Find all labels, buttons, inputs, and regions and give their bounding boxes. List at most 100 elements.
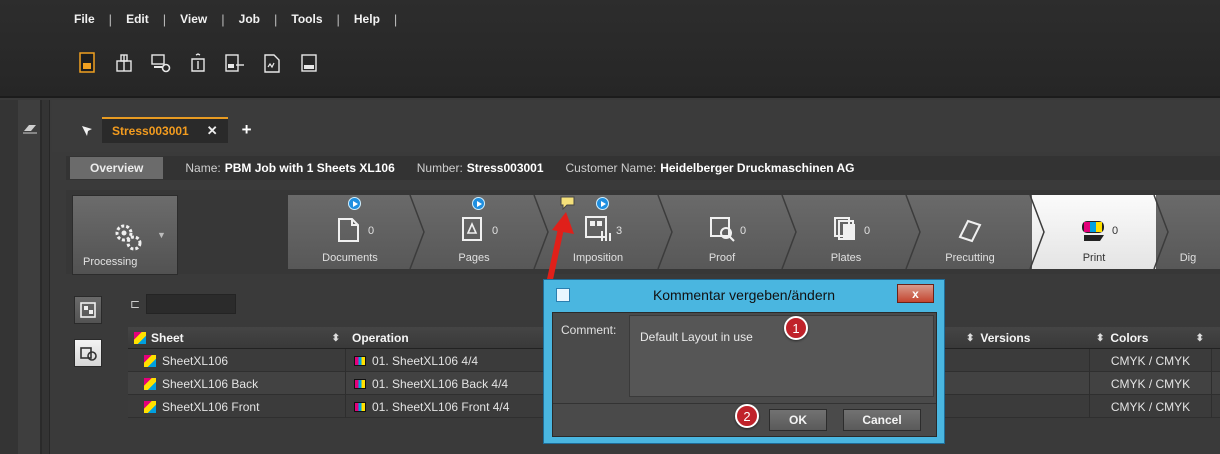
colors-cell: CMYK / CMYK: [1090, 349, 1212, 372]
red-arrow-annotation: [546, 212, 574, 285]
close-button[interactable]: x: [897, 284, 934, 303]
sheet-icon: [144, 400, 156, 413]
menu-separator: |: [274, 11, 278, 27]
cancel-button[interactable]: Cancel: [843, 409, 921, 431]
menu-job[interactable]: Job: [237, 12, 262, 26]
operation-name: 01. SheetXL106 Front 4/4: [372, 399, 510, 414]
computer-settings-icon[interactable]: [142, 50, 179, 76]
close-icon[interactable]: ✕: [207, 123, 218, 139]
menu-help[interactable]: Help: [352, 12, 382, 26]
gears-icon: [113, 222, 143, 255]
comment-textarea[interactable]: Default Layout in use: [629, 315, 934, 397]
layout-view-icon: [80, 347, 97, 361]
printer-icon: [354, 355, 366, 366]
customer-label: Customer Name:: [565, 161, 657, 175]
menu-separator: |: [108, 11, 113, 27]
column-header-label: Colors: [1110, 331, 1149, 345]
number-label: Number:: [416, 161, 463, 175]
number-value: Stress003001: [466, 161, 544, 175]
menu-separator: |: [221, 11, 225, 27]
versions-cell: [960, 349, 1090, 372]
left-rail-divider: [18, 100, 42, 454]
top-bar: File | Edit | View | Job | Tools | Help …: [0, 0, 1220, 98]
versions-cell: [960, 372, 1090, 395]
menu-bar: File | Edit | View | Job | Tools | Help …: [72, 10, 409, 28]
sheet-view-icon: [80, 302, 96, 318]
app-icon: [556, 288, 570, 302]
operation-name: 01. SheetXL106 Back 4/4: [372, 376, 509, 391]
colors-cell: CMYK / CMYK: [1090, 395, 1212, 418]
sort-icon[interactable]: ⬍: [1096, 333, 1104, 344]
dialog-title-bar[interactable]: Kommentar vergeben/ändern x: [544, 280, 944, 310]
eraser-icon[interactable]: [22, 122, 38, 137]
application-window: File | Edit | View | Job | Tools | Help …: [0, 0, 1220, 454]
column-header-colors[interactable]: ⬍ Colors ⬍: [1090, 327, 1212, 349]
menu-edit[interactable]: Edit: [124, 12, 151, 26]
name-label: Name:: [185, 161, 221, 175]
column-header-operation[interactable]: Operation: [346, 327, 546, 349]
processing-button[interactable]: ▼ Processing: [72, 195, 178, 275]
sheet-icon: [144, 377, 156, 390]
filter-input[interactable]: [146, 294, 237, 314]
sheet-view-button[interactable]: [74, 296, 102, 324]
menu-separator: |: [162, 11, 167, 27]
transfer-icon[interactable]: [179, 50, 216, 76]
job-info-line: Overview Name: PBM Job with 1 Sheets XL1…: [66, 156, 1220, 180]
import-layout-icon[interactable]: [216, 50, 253, 76]
step-separators: [409, 195, 1169, 269]
step-badge-2: 2: [735, 404, 759, 428]
output-icon[interactable]: [290, 50, 327, 76]
operation-name: 01. SheetXL106 4/4: [372, 353, 479, 368]
job-tab[interactable]: Stress003001 ✕: [102, 117, 228, 143]
sheet-name: SheetXL106: [162, 353, 229, 368]
column-header-versions[interactable]: ⬍ Versions: [960, 327, 1090, 349]
customer-value: Heidelberger Druckmaschinen AG: [660, 161, 855, 175]
menu-file[interactable]: File: [72, 12, 97, 26]
operation-cell: 01. SheetXL106 Back 4/4: [346, 372, 546, 395]
overview-button[interactable]: Overview: [70, 157, 164, 179]
workflow-steps: 0 Documents 0 Pages 3 Imposition 0 Proof: [288, 195, 1220, 269]
chevron-down-icon[interactable]: ▼: [157, 230, 166, 240]
sheet-cell: SheetXL106 Back: [128, 372, 346, 395]
sort-icon[interactable]: ⬍: [966, 333, 974, 344]
sort-icon[interactable]: ⬍: [1196, 333, 1204, 344]
tab-area: Stress003001 ✕ +: [102, 117, 252, 143]
toolbar: [68, 50, 327, 76]
sheet-icon: [144, 354, 156, 367]
menu-tools[interactable]: Tools: [289, 12, 324, 26]
printer-icon: [354, 401, 366, 412]
signature-icon[interactable]: [253, 50, 290, 76]
dialog-title: Kommentar vergeben/ändern: [652, 287, 836, 303]
processing-label: Processing: [83, 256, 138, 268]
add-tab-button[interactable]: +: [242, 120, 252, 140]
menu-separator: |: [393, 11, 398, 27]
menu-separator: |: [336, 11, 340, 27]
operation-cell: 01. SheetXL106 4/4: [346, 349, 546, 372]
name-value: PBM Job with 1 Sheets XL106: [224, 161, 395, 175]
workflow-bar: ▼ Processing 0 Documents 0 Pages 3 Impos…: [66, 190, 1220, 275]
filter-icon: ⊏: [130, 297, 141, 311]
pin-icon[interactable]: [80, 123, 94, 140]
sheet-name: SheetXL106 Front: [162, 399, 260, 414]
layout-view-button[interactable]: [74, 339, 102, 367]
filter-row: ⊏: [130, 294, 237, 314]
column-header-sheet[interactable]: Sheet ⬍: [128, 327, 346, 349]
colors-cell: CMYK / CMYK: [1090, 372, 1212, 395]
sheet-cell: SheetXL106 Front: [128, 395, 346, 418]
job-tab-title: Stress003001: [112, 124, 189, 138]
hierarchy-icon[interactable]: [105, 50, 142, 76]
menu-view[interactable]: View: [178, 12, 209, 26]
versions-cell: [960, 395, 1090, 418]
column-header-label: Versions: [980, 331, 1031, 345]
column-header-label: Operation: [352, 331, 409, 345]
sheet-cell: SheetXL106: [128, 349, 346, 372]
sort-icon[interactable]: ⬍: [332, 333, 340, 344]
sheet-name: SheetXL106 Back: [162, 376, 259, 391]
new-job-icon[interactable]: [68, 50, 105, 76]
printer-icon: [354, 378, 366, 389]
ok-button[interactable]: OK: [769, 409, 827, 431]
column-header-label: Sheet: [151, 331, 184, 345]
sheet-icon: [134, 332, 146, 344]
comment-text: Default Layout in use: [640, 330, 753, 344]
operation-cell: 01. SheetXL106 Front 4/4: [346, 395, 546, 418]
